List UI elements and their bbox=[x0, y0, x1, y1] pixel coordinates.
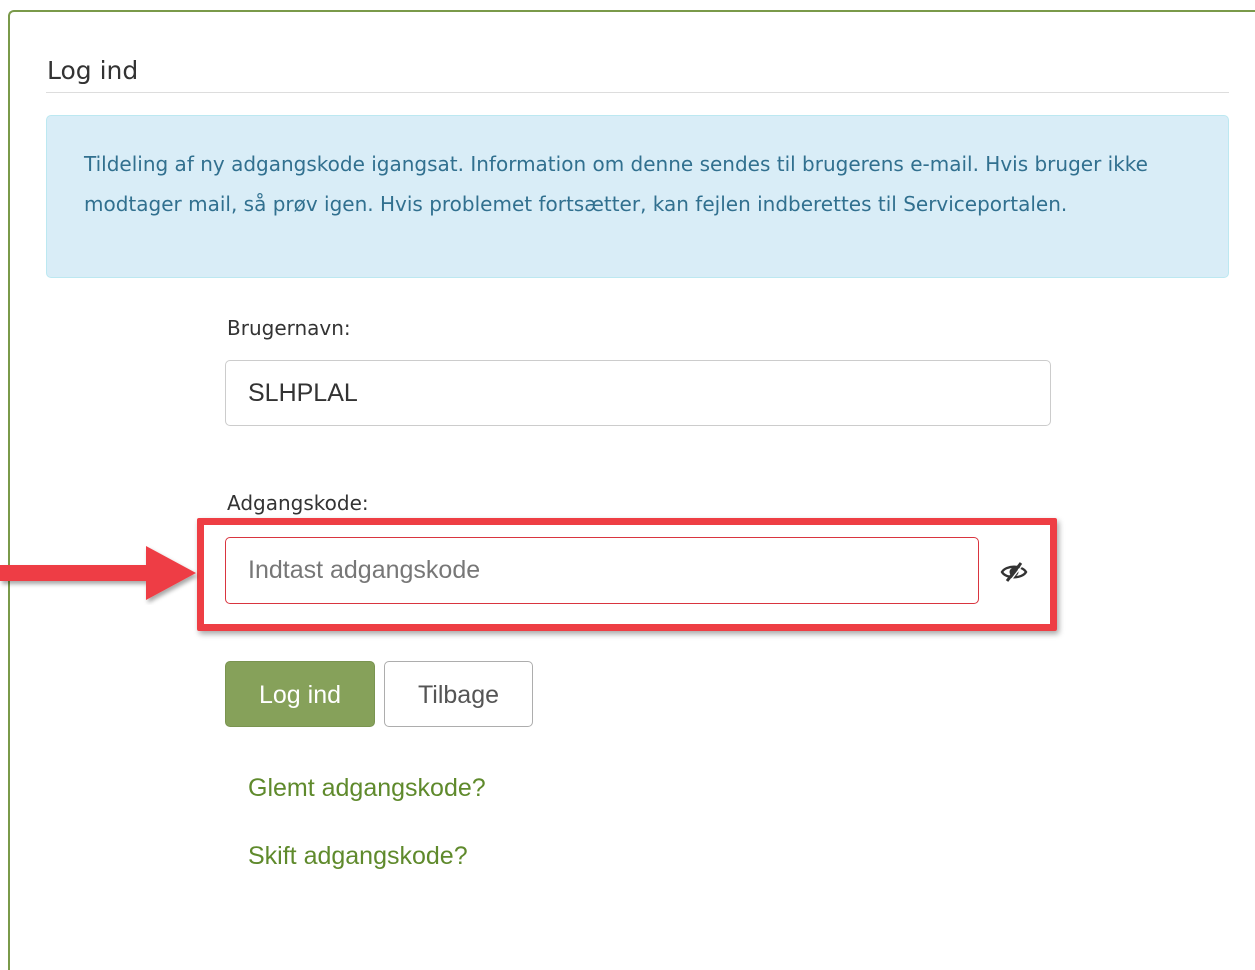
username-input[interactable] bbox=[225, 360, 1051, 426]
login-button[interactable]: Log ind bbox=[225, 661, 375, 727]
forgot-password-link[interactable]: Glemt adgangskode? bbox=[248, 774, 486, 803]
password-label: Adgangskode: bbox=[227, 491, 369, 515]
change-password-link[interactable]: Skift adgangskode? bbox=[248, 842, 468, 871]
title-divider bbox=[46, 92, 1229, 93]
info-alert: Tildeling af ny adgangskode igangsat. In… bbox=[46, 115, 1229, 278]
back-button[interactable]: Tilbage bbox=[384, 661, 533, 727]
panel-title: Log ind bbox=[47, 56, 139, 85]
username-label: Brugernavn: bbox=[227, 316, 351, 340]
annotation-highlight-box bbox=[197, 518, 1057, 631]
arrow-right-icon bbox=[0, 543, 200, 605]
